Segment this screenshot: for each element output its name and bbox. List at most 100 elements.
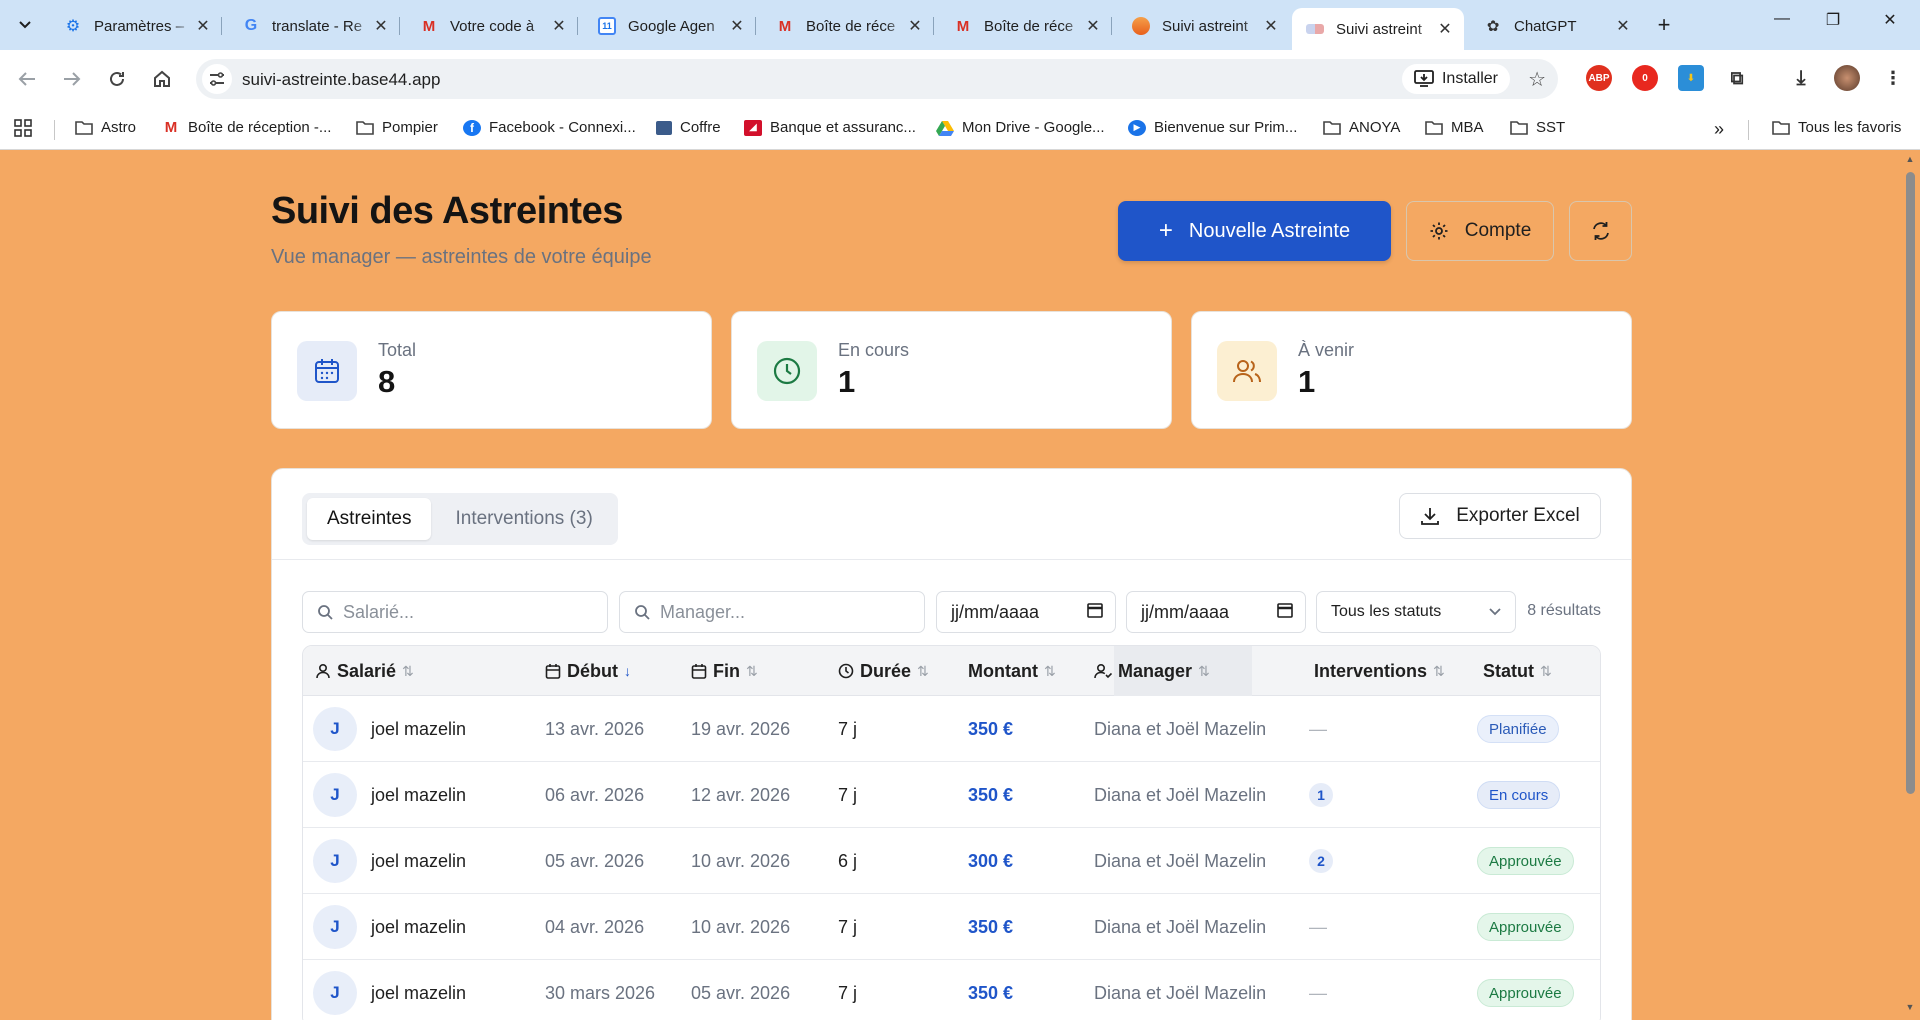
bookmark-mba[interactable]: MBA — [1425, 119, 1484, 136]
account-button[interactable]: Compte — [1406, 201, 1554, 261]
user-icon — [316, 663, 330, 679]
calendar-icon[interactable] — [1087, 602, 1103, 623]
table-row[interactable]: J joel mazelin 04 avr. 2026 10 avr. 2026… — [303, 894, 1600, 960]
avatar: J — [313, 971, 357, 1015]
table-row[interactable]: J joel mazelin 06 avr. 2026 12 avr. 2026… — [303, 762, 1600, 828]
column-montant[interactable]: Montant ⇅ — [968, 646, 1056, 696]
tab-interventions[interactable]: Interventions (3) — [435, 498, 612, 540]
all-bookmarks[interactable]: Tous les favoris — [1772, 119, 1901, 136]
employee-search-placeholder: Salarié... — [343, 601, 415, 622]
interventions-count-badge[interactable]: 2 — [1309, 849, 1333, 873]
manager-search-input[interactable]: Manager... — [619, 591, 925, 633]
apps-icon[interactable] — [14, 119, 32, 137]
stat-label: En cours — [838, 340, 910, 360]
menu-icon[interactable]: ⋮ — [1880, 65, 1906, 91]
column-interventions[interactable]: Interventions ⇅ — [1314, 646, 1445, 696]
url-text[interactable]: suivi-astreinte.base44.app — [242, 70, 440, 90]
bookmark-gmail[interactable]: M Boîte de réception -... — [162, 119, 332, 136]
adblock-icon[interactable]: ABP — [1586, 65, 1612, 91]
column-salarie[interactable]: Salarié ⇅ — [315, 646, 414, 696]
bookmark-banque[interactable]: ◢ Banque et assuranc... — [744, 119, 916, 136]
bookmark-prime[interactable]: ▶ Bienvenue sur Prim... — [1128, 119, 1297, 136]
status-select[interactable]: Tous les statuts — [1316, 591, 1516, 633]
export-excel-button[interactable]: Exporter Excel — [1399, 493, 1601, 539]
browser-tab-calendar[interactable]: 11 Google Agen ✕ — [584, 8, 756, 44]
table-row[interactable]: J joel mazelin 30 mars 2026 05 avr. 2026… — [303, 960, 1600, 1020]
bookmark-coffre[interactable]: Coffre — [656, 119, 721, 136]
bookmark-star-icon[interactable]: ☆ — [1528, 67, 1546, 92]
bookmark-pompier[interactable]: Pompier — [356, 119, 438, 136]
bookmark-sst[interactable]: SST — [1510, 119, 1565, 136]
opera-vpn-icon[interactable]: 0 — [1632, 65, 1658, 91]
bank-icon: ◢ — [744, 119, 762, 136]
table-row[interactable]: J joel mazelin 05 avr. 2026 10 avr. 2026… — [303, 828, 1600, 894]
download-extension-icon[interactable]: ⬇ — [1678, 65, 1704, 91]
close-icon[interactable]: ✕ — [906, 16, 924, 36]
start-date: 06 avr. 2026 — [545, 784, 645, 805]
app-icon — [1132, 17, 1150, 35]
install-app-button[interactable]: Installer — [1401, 64, 1510, 94]
scroll-up-icon[interactable]: ▲ — [1905, 154, 1915, 164]
tab-strip: ⚙ Paramètres – ✕ G translate - Re ✕ M Vo… — [0, 0, 1920, 50]
interventions-empty: — — [1309, 718, 1327, 739]
column-fin[interactable]: Fin ⇅ — [691, 646, 758, 696]
browser-tab-inbox-2[interactable]: M Boîte de réce ✕ — [940, 8, 1112, 44]
close-icon[interactable]: ✕ — [1262, 16, 1280, 36]
employee-name: joel mazelin — [371, 784, 467, 805]
address-bar[interactable]: suivi-astreinte.base44.app Installer ☆ — [196, 59, 1558, 99]
date-to-input[interactable]: jj/mm/aaaa — [1126, 591, 1306, 633]
close-icon[interactable]: ✕ — [1084, 16, 1102, 36]
new-astreinte-button[interactable]: + Nouvelle Astreinte — [1118, 201, 1391, 261]
avatar[interactable] — [1834, 65, 1860, 91]
forward-button[interactable] — [55, 62, 89, 96]
close-icon[interactable]: ✕ — [1614, 16, 1632, 36]
close-icon[interactable]: ✕ — [550, 16, 568, 36]
column-manager[interactable]: Manager ⇅ — [1094, 646, 1210, 696]
stat-card-a-venir: À venir 1 — [1191, 311, 1632, 429]
browser-tab-suivi-active[interactable]: Suivi astreint ✕ — [1292, 8, 1464, 50]
tab-astreintes[interactable]: Astreintes — [307, 498, 432, 540]
table-row[interactable]: J joel mazelin 13 avr. 2026 19 avr. 2026… — [303, 696, 1600, 762]
bookmark-facebook[interactable]: f Facebook - Connexi... — [463, 119, 636, 136]
browser-tab-inbox-1[interactable]: M Boîte de réce ✕ — [762, 8, 934, 44]
browser-tab-settings[interactable]: ⚙ Paramètres – ✕ — [50, 8, 222, 44]
home-button[interactable] — [145, 62, 179, 96]
browser-tab-translate[interactable]: G translate - Re ✕ — [228, 8, 400, 44]
more-bookmarks-icon[interactable]: » — [1714, 119, 1724, 140]
column-debut[interactable]: Début ↓ — [545, 646, 631, 696]
refresh-button[interactable] — [1569, 201, 1632, 261]
site-info-icon[interactable] — [202, 64, 232, 94]
column-statut[interactable]: Statut ⇅ — [1483, 646, 1552, 696]
date-from-input[interactable]: jj/mm/aaaa — [936, 591, 1116, 633]
page-scrollbar[interactable]: ▲ ▼ — [1900, 150, 1920, 1020]
close-icon[interactable]: ✕ — [372, 16, 390, 36]
reload-button[interactable] — [100, 62, 134, 96]
close-icon[interactable]: ✕ — [194, 16, 212, 36]
browser-tab-suivi-1[interactable]: Suivi astreint ✕ — [1118, 8, 1290, 44]
close-window-button[interactable]: ✕ — [1870, 10, 1910, 30]
column-duree[interactable]: Durée ⇅ — [838, 646, 929, 696]
minimize-button[interactable]: — — [1762, 10, 1802, 28]
new-tab-button[interactable]: + — [1650, 12, 1678, 40]
restore-button[interactable]: ❐ — [1813, 10, 1853, 30]
browser-tab-gmail-code[interactable]: M Votre code à ✕ — [406, 8, 578, 44]
scroll-down-icon[interactable]: ▼ — [1905, 1002, 1915, 1012]
scrollbar-thumb[interactable] — [1906, 172, 1915, 794]
tab-search-button[interactable] — [10, 12, 40, 38]
bookmark-anoya[interactable]: ANOYA — [1323, 119, 1400, 136]
folder-icon — [1425, 120, 1443, 136]
back-button[interactable] — [10, 62, 44, 96]
calendar-icon[interactable] — [1277, 602, 1293, 623]
clock-icon — [757, 341, 817, 401]
downloads-icon[interactable]: ⤓ — [1788, 65, 1814, 91]
employee-search-input[interactable]: Salarié... — [302, 591, 608, 633]
close-icon[interactable]: ✕ — [1436, 19, 1454, 39]
status-badge: En cours — [1477, 781, 1561, 809]
extensions-icon[interactable]: ⧉ — [1724, 65, 1750, 91]
close-icon[interactable]: ✕ — [728, 16, 746, 36]
bookmark-astro[interactable]: Astro — [75, 119, 136, 136]
bookmark-drive[interactable]: Mon Drive - Google... — [936, 119, 1105, 136]
interventions-count-badge[interactable]: 1 — [1309, 783, 1333, 807]
browser-tab-chatgpt[interactable]: ✿ ChatGPT ✕ — [1470, 8, 1642, 44]
chevron-down-icon — [1489, 603, 1501, 621]
